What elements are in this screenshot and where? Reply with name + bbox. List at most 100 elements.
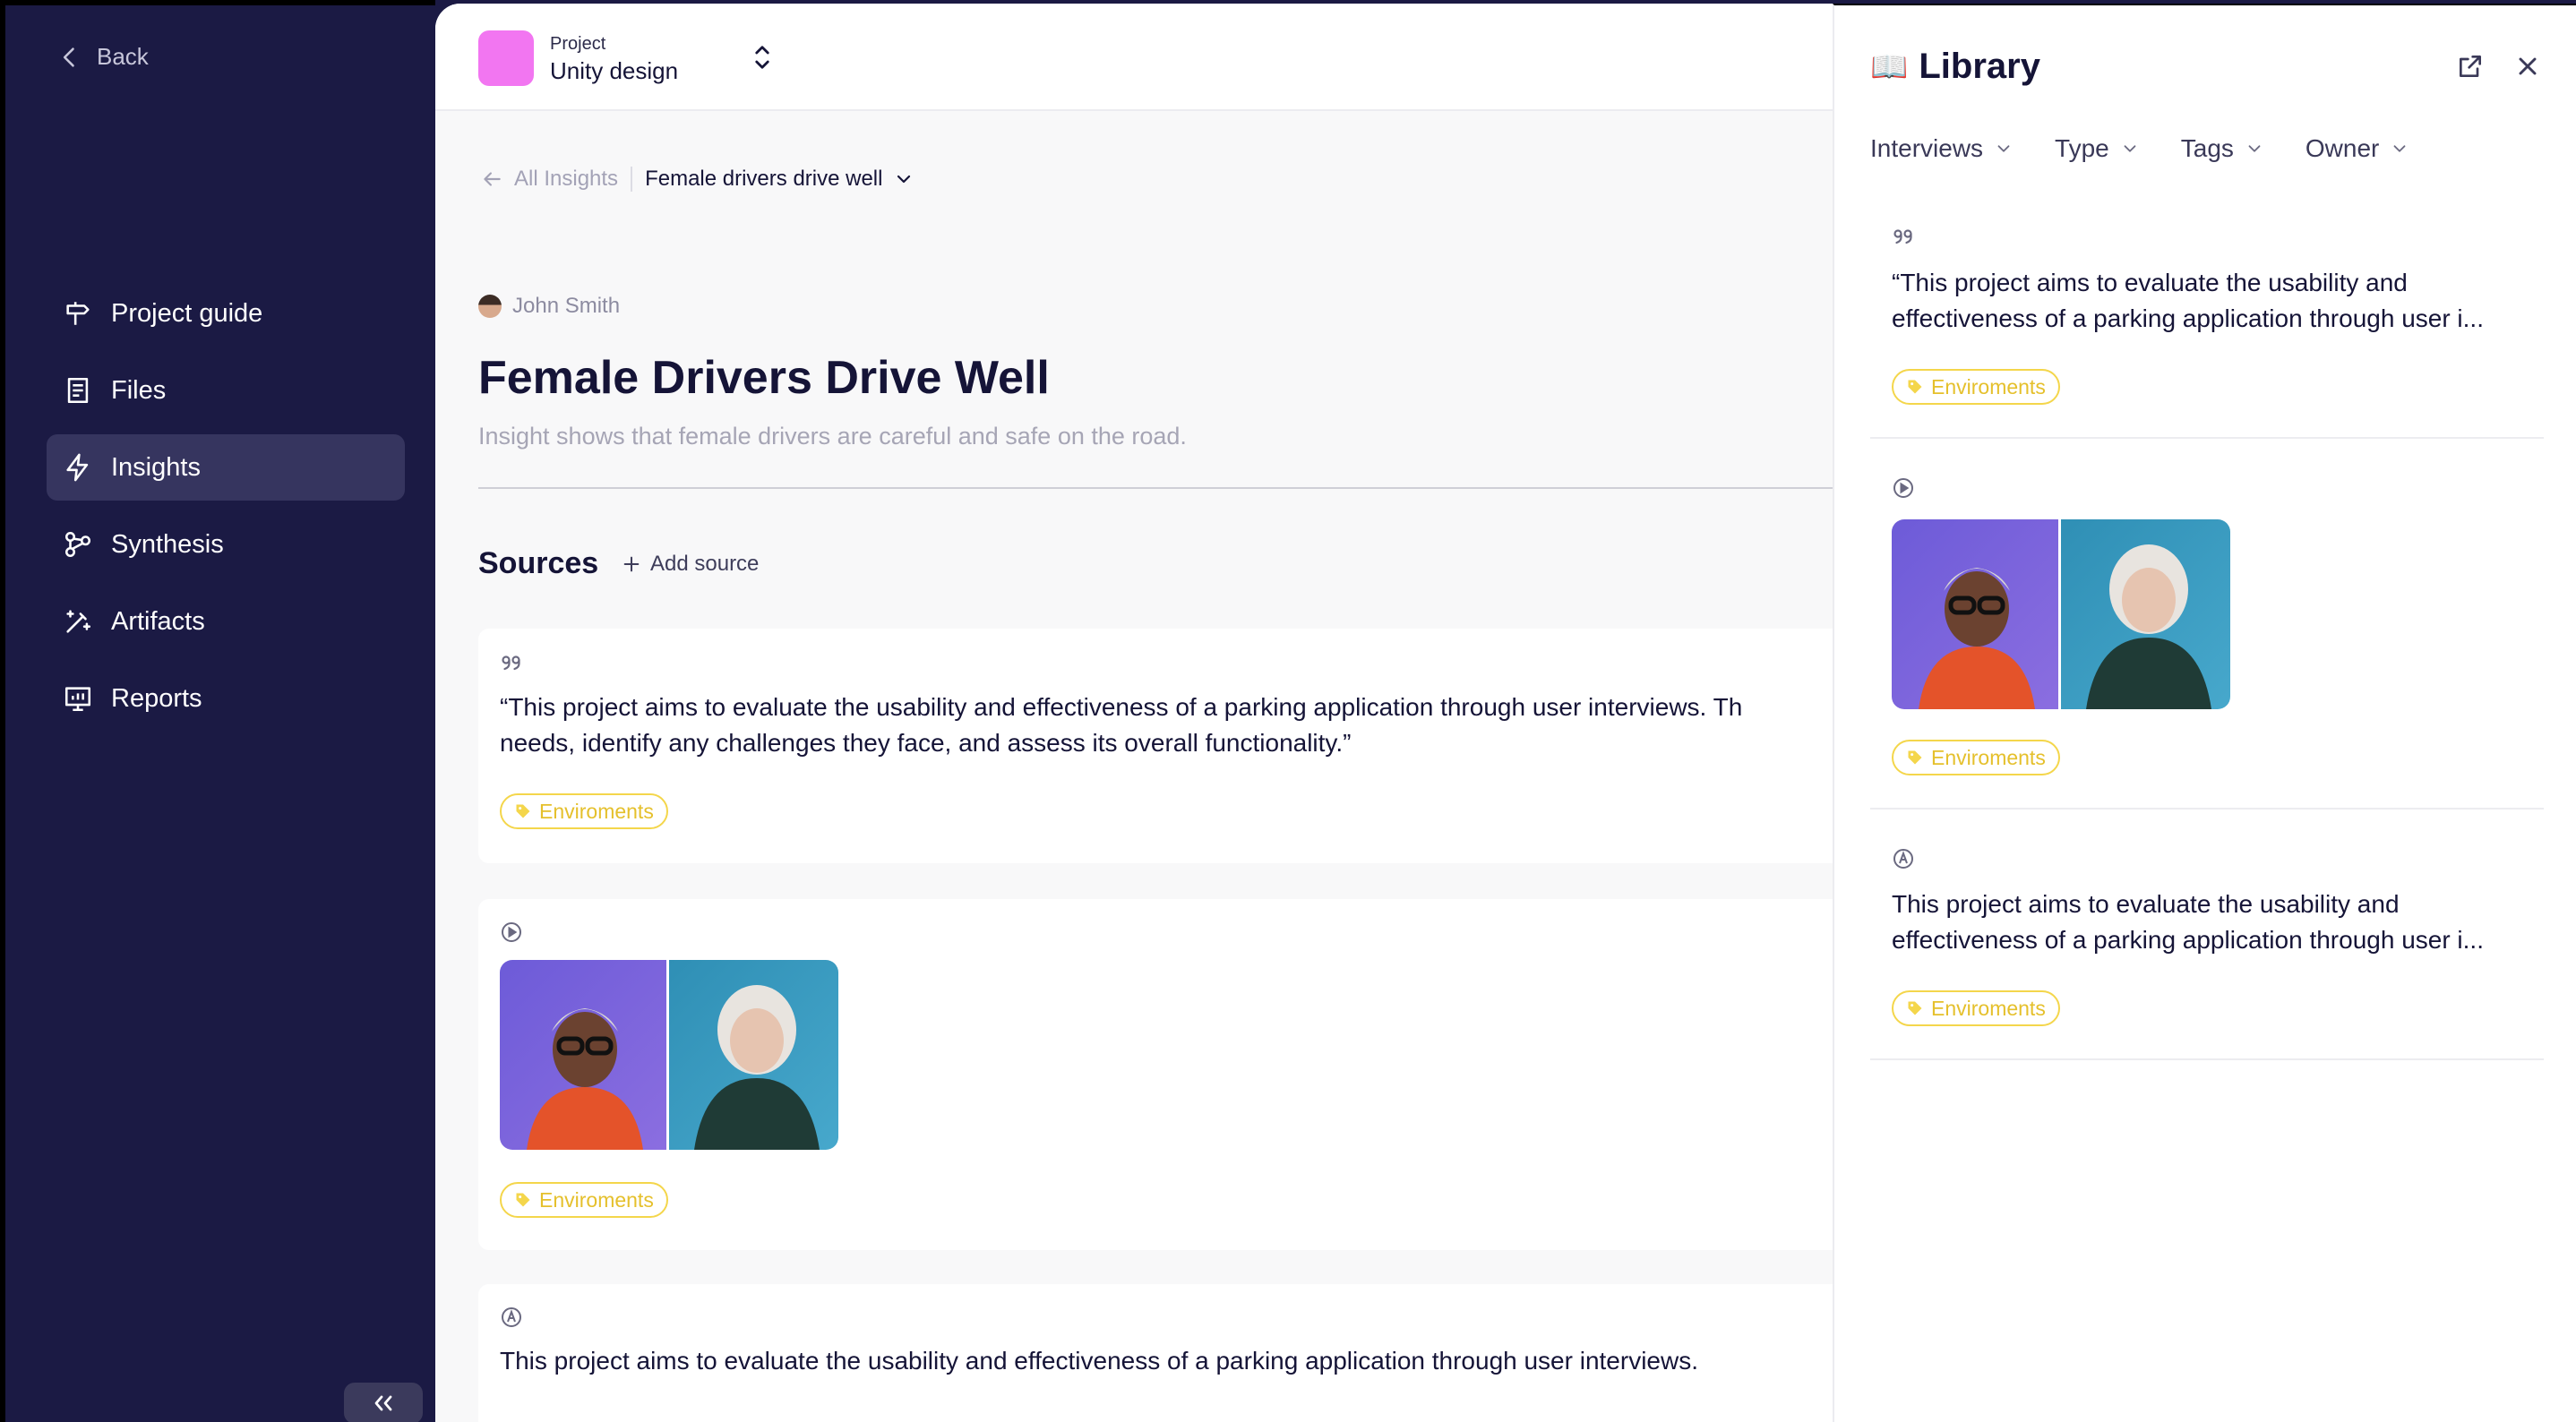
magic-wand-icon	[66, 610, 91, 633]
breadcrumb-back-label: All Insights	[514, 167, 619, 191]
close-icon[interactable]	[2513, 52, 2542, 81]
tag-label: Enviroments	[1931, 996, 2046, 1020]
sidebar-item-artifacts[interactable]: Artifacts	[47, 588, 405, 655]
play-circle-icon	[1893, 478, 1913, 498]
sidebar-nav: Project guide Files Insights Synthesis A…	[47, 280, 405, 742]
book-icon: 📖	[1870, 49, 1909, 84]
sidebar: Back Project guide Files Insights Synthe…	[0, 0, 435, 1422]
person-photo-thumbnail	[500, 960, 666, 1150]
breadcrumb-all-insights[interactable]: All Insights	[480, 167, 618, 192]
library-item-video[interactable]: Enviroments	[1870, 441, 2544, 810]
ai-note-icon	[1893, 849, 1913, 869]
source-card-quote[interactable]: “This project aims to evaluate the usabi…	[478, 629, 1833, 863]
sidebar-item-reports[interactable]: Reports	[47, 665, 405, 732]
topbar: Project Unity design	[435, 4, 1833, 111]
page-title: Female Drivers Drive Well	[478, 352, 1050, 404]
library-item-note[interactable]: This project aims to evaluate the usabil…	[1870, 811, 2544, 1060]
tag-badge[interactable]: Enviroments	[1892, 369, 2060, 405]
breadcrumb-current-label: Female drivers drive well	[645, 167, 883, 191]
tag-badge[interactable]: Enviroments	[1892, 740, 2060, 775]
main-content: Project Unity design All Insights Female…	[435, 4, 1833, 1422]
source-card-note[interactable]: This project aims to evaluate the usabil…	[478, 1284, 1833, 1422]
synthesis-icon	[64, 531, 91, 558]
double-chevron-left-icon	[374, 1395, 392, 1411]
tag-icon	[1908, 1001, 1922, 1015]
avatar	[478, 295, 502, 318]
back-label: Back	[97, 43, 149, 70]
sidebar-item-label: Insights	[111, 452, 201, 482]
plus-icon	[623, 556, 640, 572]
add-source-label: Add source	[650, 552, 760, 576]
file-icon	[67, 377, 89, 404]
sidebar-item-files[interactable]: Files	[47, 357, 405, 424]
breadcrumb-separator	[631, 167, 633, 192]
library-note-line-1: This project aims to evaluate the usabil…	[1892, 890, 2400, 918]
chevron-down-icon	[2124, 145, 2136, 152]
tag-icon	[516, 1193, 530, 1207]
chevron-down-icon	[1997, 145, 2010, 152]
filter-label: Type	[2055, 134, 2109, 162]
chevron-up-down-icon[interactable]	[749, 41, 776, 73]
collapse-sidebar-button[interactable]	[344, 1383, 423, 1422]
video-thumbnail[interactable]	[500, 960, 838, 1150]
person-photo-thumbnail	[669, 960, 838, 1150]
tag-label: Enviroments	[539, 1187, 654, 1212]
back-button[interactable]: Back	[57, 43, 149, 71]
source-card-video[interactable]: Enviroments	[478, 899, 1833, 1250]
source-quote-line-2: needs, identify any challenges they face…	[500, 729, 1352, 757]
ai-note-icon	[502, 1307, 521, 1327]
sidebar-item-project-guide[interactable]: Project guide	[47, 280, 405, 347]
source-quote-line-1: “This project aims to evaluate the usabi…	[500, 693, 1743, 721]
quote-icon	[502, 655, 520, 671]
insight-author: John Smith	[478, 294, 620, 319]
chevron-down-icon	[897, 175, 911, 184]
chevron-down-icon	[2393, 145, 2406, 152]
tag-icon	[1908, 380, 1922, 394]
tag-badge[interactable]: Enviroments	[500, 1182, 668, 1218]
sidebar-item-label: Project guide	[111, 298, 263, 328]
filter-type[interactable]: Type	[2055, 134, 2140, 163]
chevron-left-icon	[63, 47, 74, 67]
project-name: Unity design	[550, 57, 679, 84]
sidebar-item-insights[interactable]: Insights	[47, 434, 405, 501]
library-note-line-2: effectiveness of a parking application t…	[1892, 926, 2484, 954]
filter-tags[interactable]: Tags	[2181, 134, 2264, 163]
sidebar-item-label: Reports	[111, 683, 202, 713]
breadcrumb: All Insights Female drivers drive well	[480, 167, 914, 192]
sources-heading: Sources	[478, 546, 599, 580]
chevron-down-icon	[2248, 145, 2261, 152]
source-note-line-1: This project aims to evaluate the usabil…	[500, 1347, 1698, 1375]
sidebar-item-label: Artifacts	[111, 606, 205, 636]
filter-label: Owner	[2305, 134, 2380, 162]
tag-badge[interactable]: Enviroments	[500, 793, 668, 829]
breadcrumb-current[interactable]: Female drivers drive well	[645, 167, 914, 192]
library-header: 📖 Library	[1870, 47, 2040, 87]
video-thumbnail[interactable]	[1892, 519, 2230, 709]
tag-icon	[1908, 750, 1922, 765]
author-name: John Smith	[512, 294, 621, 318]
project-color-swatch	[478, 30, 534, 86]
arrow-left-icon	[484, 172, 501, 186]
divider	[478, 487, 1833, 489]
sidebar-item-synthesis[interactable]: Synthesis	[47, 511, 405, 578]
report-icon	[64, 687, 91, 712]
tag-icon	[516, 804, 530, 818]
filter-owner[interactable]: Owner	[2306, 134, 2409, 163]
external-link-icon[interactable]	[2456, 52, 2485, 81]
page-subtitle: Insight shows that female drivers are ca…	[478, 423, 1187, 450]
library-quote-line-2: effectiveness of a parking application t…	[1892, 304, 2484, 332]
lightning-icon	[66, 453, 89, 482]
sidebar-item-label: Synthesis	[111, 529, 224, 559]
filter-interviews[interactable]: Interviews	[1870, 134, 2014, 163]
library-quote-line-1: “This project aims to evaluate the usabi…	[1892, 269, 2408, 296]
play-circle-icon	[502, 922, 521, 942]
signpost-icon	[66, 302, 90, 325]
add-source-button[interactable]: Add source	[622, 552, 759, 577]
person-photo-thumbnail	[1892, 519, 2058, 709]
library-item-quote[interactable]: “This project aims to evaluate the usabi…	[1870, 208, 2544, 439]
tag-badge[interactable]: Enviroments	[1892, 990, 2060, 1026]
sidebar-item-label: Files	[111, 375, 167, 405]
quote-icon	[1893, 229, 1912, 244]
tag-label: Enviroments	[1931, 374, 2046, 398]
filter-label: Tags	[2180, 134, 2234, 162]
